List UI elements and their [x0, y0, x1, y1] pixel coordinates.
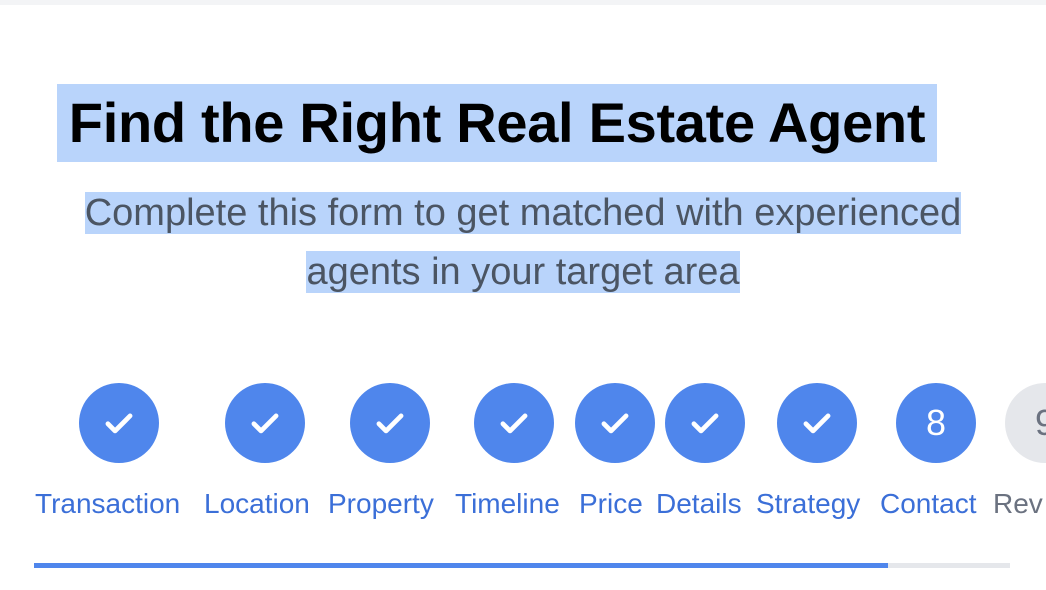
- check-icon: [601, 413, 629, 434]
- step-label-timeline[interactable]: Timeline: [455, 486, 560, 522]
- step-progress: Transaction Location Property Timeline P…: [0, 0, 1046, 590]
- step-6-complete-indicator[interactable]: [665, 383, 745, 463]
- step-label-strategy[interactable]: Strategy: [756, 486, 860, 522]
- step-label-property[interactable]: Property: [328, 486, 434, 522]
- step-label-details[interactable]: Details: [656, 486, 742, 522]
- check-icon: [376, 413, 404, 434]
- progress-bar: [34, 563, 1010, 568]
- step-7-complete-indicator[interactable]: [777, 383, 857, 463]
- check-icon: [803, 413, 831, 434]
- step-label-location[interactable]: Location: [204, 486, 310, 522]
- step-label-transaction[interactable]: Transaction: [35, 486, 180, 522]
- step-1-complete-indicator[interactable]: [79, 383, 159, 463]
- step-2-complete-indicator[interactable]: [225, 383, 305, 463]
- check-icon: [105, 413, 133, 434]
- check-icon: [691, 413, 719, 434]
- step-label-contact[interactable]: Contact: [880, 486, 977, 522]
- check-icon: [251, 413, 279, 434]
- step-3-complete-indicator[interactable]: [350, 383, 430, 463]
- step-label-price[interactable]: Price: [579, 486, 643, 522]
- step-8-current-indicator[interactable]: 8: [896, 383, 976, 463]
- step-5-complete-indicator[interactable]: [575, 383, 655, 463]
- step-label-review[interactable]: Rev: [993, 486, 1043, 522]
- step-9-pending-indicator[interactable]: 9: [1005, 383, 1046, 463]
- step-4-complete-indicator[interactable]: [474, 383, 554, 463]
- progress-bar-fill: [34, 563, 888, 568]
- check-icon: [500, 413, 528, 434]
